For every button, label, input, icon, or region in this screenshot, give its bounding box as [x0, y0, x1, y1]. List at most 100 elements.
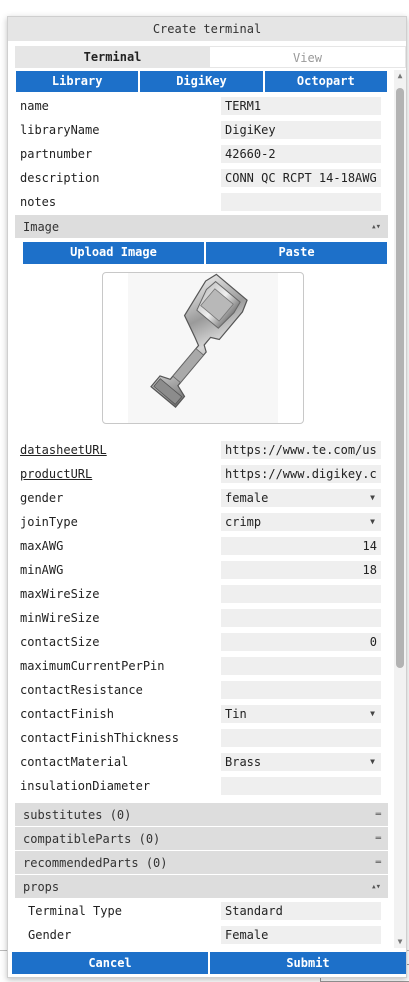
producturl-link[interactable]: productURL	[15, 467, 221, 481]
collapse-icon[interactable]: ▴▾	[371, 882, 381, 892]
field-label: contactMaterial	[20, 755, 129, 769]
field-contactfinishthickness: contactFinishThickness	[15, 726, 388, 750]
field-partnumber: partnumber 42660-2	[15, 142, 388, 166]
description-input[interactable]: CONN QC RCPT 14-18AWG	[221, 169, 381, 187]
substitutes-section-header[interactable]: substitutes (0) ═	[15, 803, 388, 826]
notes-input[interactable]	[221, 193, 381, 211]
field-maxwiresize: maxWireSize	[15, 582, 388, 606]
image-button-row: Upload Image Paste	[15, 242, 388, 264]
section-title: recommendedParts (0)	[23, 855, 168, 870]
expand-icon[interactable]: ═	[376, 834, 382, 844]
terminal-image-frame	[102, 272, 304, 424]
field-maxawg: maxAWG 14	[15, 534, 388, 558]
chevron-down-icon: ▼	[370, 493, 375, 502]
field-label: insulationDiameter	[20, 779, 151, 793]
contactresistance-input[interactable]	[221, 681, 381, 699]
name-input[interactable]: TERM1	[221, 97, 381, 115]
insulationdiameter-input[interactable]	[221, 777, 381, 795]
field-label: maxWireSize	[20, 587, 100, 601]
chevron-down-icon: ▼	[370, 517, 375, 526]
expand-icon[interactable]: ═	[376, 858, 382, 868]
tab-view[interactable]: View	[210, 46, 406, 68]
maximumcurrentperpin-input[interactable]	[221, 657, 381, 675]
select-value: Brass	[225, 755, 262, 769]
producturl-input[interactable]: https://www.digikey.c	[221, 465, 381, 483]
minwiresize-input[interactable]	[221, 609, 381, 627]
select-value: crimp	[225, 515, 262, 529]
library-button[interactable]: Library	[16, 71, 139, 92]
field-label: partnumber	[20, 147, 93, 161]
terminal-type-input[interactable]: Standard	[221, 902, 381, 920]
dialog-footer: Cancel Submit	[12, 952, 406, 974]
section-title: compatibleParts (0)	[23, 831, 161, 846]
field-contactsize: contactSize 0	[15, 630, 388, 654]
octopart-button[interactable]: Octopart	[264, 71, 387, 92]
field-label: minWireSize	[20, 611, 100, 625]
form-content: Library DigiKey Octopart name TERM1 libr…	[15, 70, 388, 947]
prop-label: Terminal Type	[28, 904, 122, 918]
submit-button[interactable]: Submit	[210, 952, 406, 974]
scroll-down-icon[interactable]: ▼	[396, 938, 404, 946]
field-maximumcurrentperpin: maximumCurrentPerPin	[15, 654, 388, 678]
field-label: contactSize	[20, 635, 100, 649]
vertical-scrollbar[interactable]: ▲ ▼	[394, 70, 406, 948]
field-label: gender	[20, 491, 64, 505]
chevron-down-icon: ▼	[370, 709, 375, 718]
digikey-button[interactable]: DigiKey	[140, 71, 263, 92]
field-label: contactFinish	[20, 707, 114, 721]
props-section-header[interactable]: props ▴▾	[15, 875, 388, 898]
paste-image-button[interactable]: Paste	[206, 242, 387, 264]
field-minwiresize: minWireSize	[15, 606, 388, 630]
prop-gender-input[interactable]: Female	[221, 926, 381, 944]
scroll-up-icon[interactable]: ▲	[396, 72, 404, 80]
tab-terminal[interactable]: Terminal	[15, 46, 210, 68]
cancel-button[interactable]: Cancel	[12, 952, 208, 974]
contactmaterial-select[interactable]: Brass ▼	[221, 753, 381, 771]
field-notes: notes	[15, 190, 388, 214]
maxawg-input[interactable]: 14	[221, 537, 381, 555]
datasheeturl-link[interactable]: datasheetURL	[15, 443, 221, 457]
maxwiresize-input[interactable]	[221, 585, 381, 603]
gender-select[interactable]: female ▼	[221, 489, 381, 507]
section-title: substitutes (0)	[23, 807, 132, 822]
field-label: notes	[20, 195, 57, 209]
contactfinish-select[interactable]: Tin ▼	[221, 705, 381, 723]
collapse-icon[interactable]: ▴▾	[371, 222, 381, 232]
field-label: joinType	[20, 515, 78, 529]
field-description: description CONN QC RCPT 14-18AWG	[15, 166, 388, 190]
compatibleparts-section-header[interactable]: compatibleParts (0) ═	[15, 827, 388, 850]
field-contactresistance: contactResistance	[15, 678, 388, 702]
expand-icon[interactable]: ═	[376, 810, 382, 820]
field-contactmaterial: contactMaterial Brass ▼	[15, 750, 388, 774]
field-label: description	[20, 171, 100, 185]
tab-bar: Terminal View	[15, 46, 406, 68]
recommendedparts-section-header[interactable]: recommendedParts (0) ═	[15, 851, 388, 874]
upload-image-button[interactable]: Upload Image	[23, 242, 204, 264]
minawg-input[interactable]: 18	[221, 561, 381, 579]
field-label: libraryName	[20, 123, 100, 137]
field-insulationdiameter: insulationDiameter	[15, 774, 388, 798]
field-jointype: joinType crimp ▼	[15, 510, 388, 534]
partnumber-input[interactable]: 42660-2	[221, 145, 381, 163]
terminal-photo	[128, 273, 278, 423]
field-libraryname: libraryName DigiKey	[15, 118, 388, 142]
contactfinishthickness-input[interactable]	[221, 729, 381, 747]
chevron-down-icon: ▼	[370, 757, 375, 766]
select-value: female	[225, 491, 269, 505]
source-button-row: Library DigiKey Octopart	[15, 71, 388, 92]
scrollbar-thumb[interactable]	[396, 88, 404, 668]
field-producturl: productURL https://www.digikey.c	[15, 462, 388, 486]
form-scroll-area[interactable]: Library DigiKey Octopart name TERM1 libr…	[15, 70, 406, 948]
libraryname-input[interactable]: DigiKey	[221, 121, 381, 139]
datasheeturl-input[interactable]: https://www.te.com/us	[221, 441, 381, 459]
jointype-select[interactable]: crimp ▼	[221, 513, 381, 531]
create-terminal-dialog: Create terminal Terminal View Library Di…	[7, 16, 407, 978]
field-label: maximumCurrentPerPin	[20, 659, 165, 673]
field-name: name TERM1	[15, 94, 388, 118]
section-title: Image	[23, 219, 60, 234]
field-datasheeturl: datasheetURL https://www.te.com/us	[15, 438, 388, 462]
prop-gender: Gender Female	[15, 923, 388, 947]
contactsize-input[interactable]: 0	[221, 633, 381, 651]
field-label: contactFinishThickness	[20, 731, 179, 745]
image-section-header[interactable]: Image ▴▾	[15, 215, 388, 238]
